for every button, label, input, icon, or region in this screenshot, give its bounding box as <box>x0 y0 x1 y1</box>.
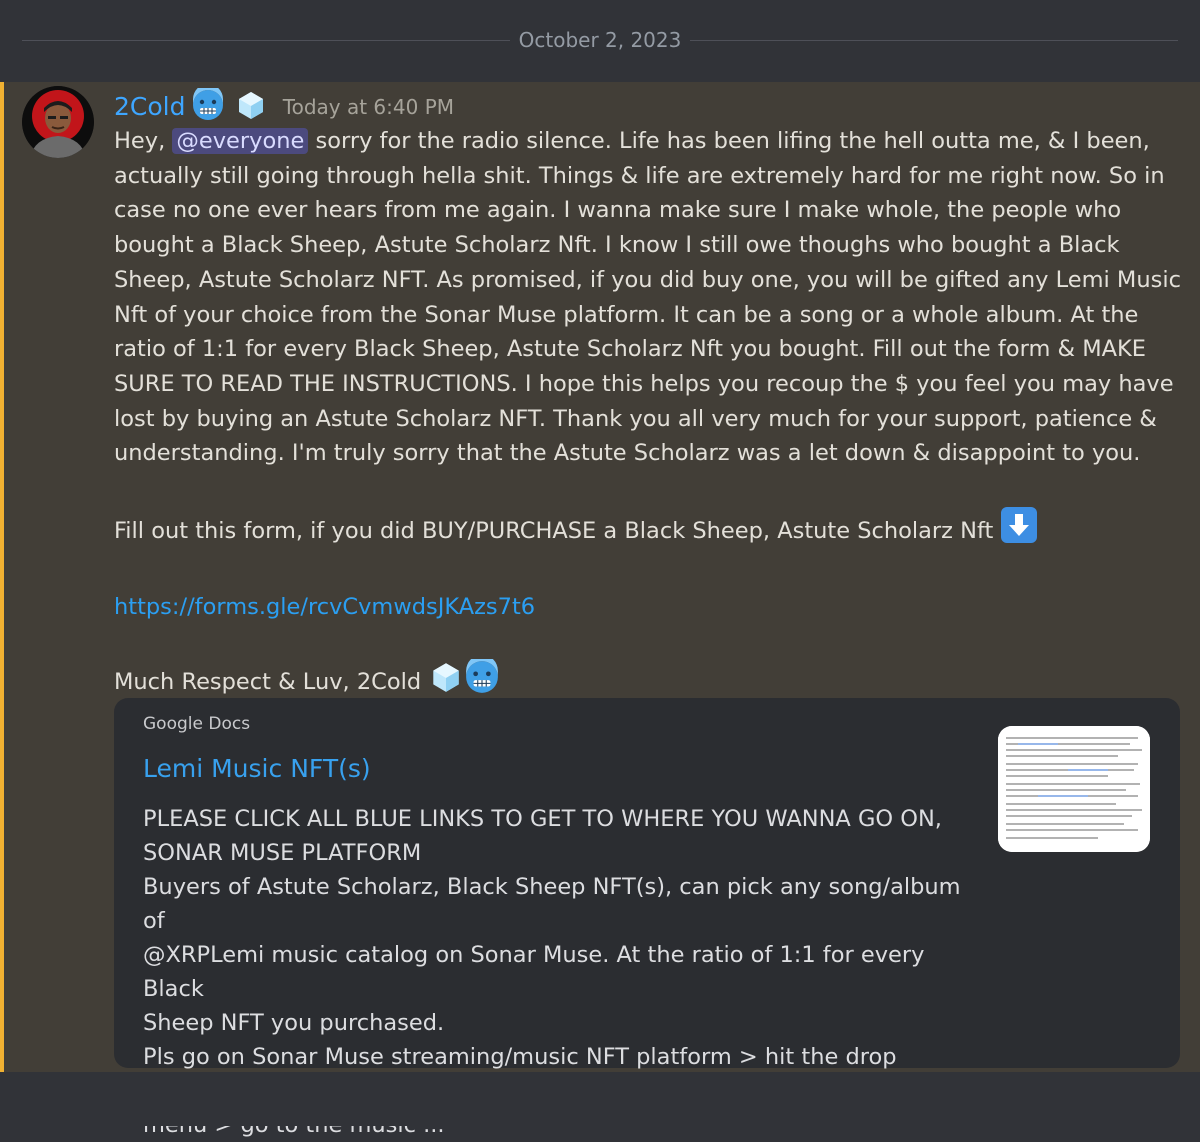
author-username[interactable]: 2Cold <box>114 89 185 125</box>
signoff-text: Much Respect & Luv, 2Cold <box>114 669 429 696</box>
message-header: 2Cold Today at 6:40 PM <box>114 84 455 126</box>
message-timestamp: Today at 6:40 PM <box>282 95 455 119</box>
down-arrow-button-icon <box>1000 506 1038 555</box>
avatar[interactable] <box>22 86 94 158</box>
link-embed: Google Docs Lemi Music NFT(s) PLEASE CLI… <box>114 698 1180 1138</box>
cold-face-icon <box>191 84 225 126</box>
embed-description-line: SONAR MUSE PLATFORM <box>143 840 422 866</box>
form-link[interactable]: https://forms.gle/rcvCvmwdsJKAzs7t6 <box>114 594 535 620</box>
embed-description-line: @XRPLemi music catalog on Sonar Muse. At… <box>143 942 925 1002</box>
embed-thumbnail[interactable] <box>998 726 1150 852</box>
paragraph-link: https://forms.gle/rcvCvmwdsJKAzs7t6 <box>114 590 1184 625</box>
embed-provider: Google Docs <box>143 714 251 734</box>
embed-description-line: Buyers of Astute Scholarz, Black Sheep N… <box>143 874 961 934</box>
embed-title[interactable]: Lemi Music NFT(s) <box>143 752 371 786</box>
message-content: Hey, @everyone sorry for the radio silen… <box>114 124 1184 706</box>
bottom-bar <box>0 1072 1200 1126</box>
text-before-mention: Hey, <box>114 128 173 154</box>
mention-everyone[interactable]: @everyone <box>172 128 309 154</box>
date-divider: October 2, 2023 <box>0 0 1200 82</box>
embed-description-line: Sheep NFT you purchased. <box>143 1010 445 1036</box>
paragraph-1-text: sorry for the radio silence. Life has be… <box>114 128 1181 467</box>
mention-highlight-bar <box>0 82 4 1072</box>
divider-line-right <box>690 40 1178 41</box>
paragraph-main: Hey, @everyone sorry for the radio silen… <box>114 124 1184 471</box>
embed-description-line: PLEASE CLICK ALL BLUE LINKS TO GET TO WH… <box>143 806 942 832</box>
ice-cube-icon <box>234 88 268 126</box>
paragraph-form: Fill out this form, if you did BUY/PURCH… <box>114 506 1184 555</box>
paragraph-2-text: Fill out this form, if you did BUY/PURCH… <box>114 518 1001 545</box>
